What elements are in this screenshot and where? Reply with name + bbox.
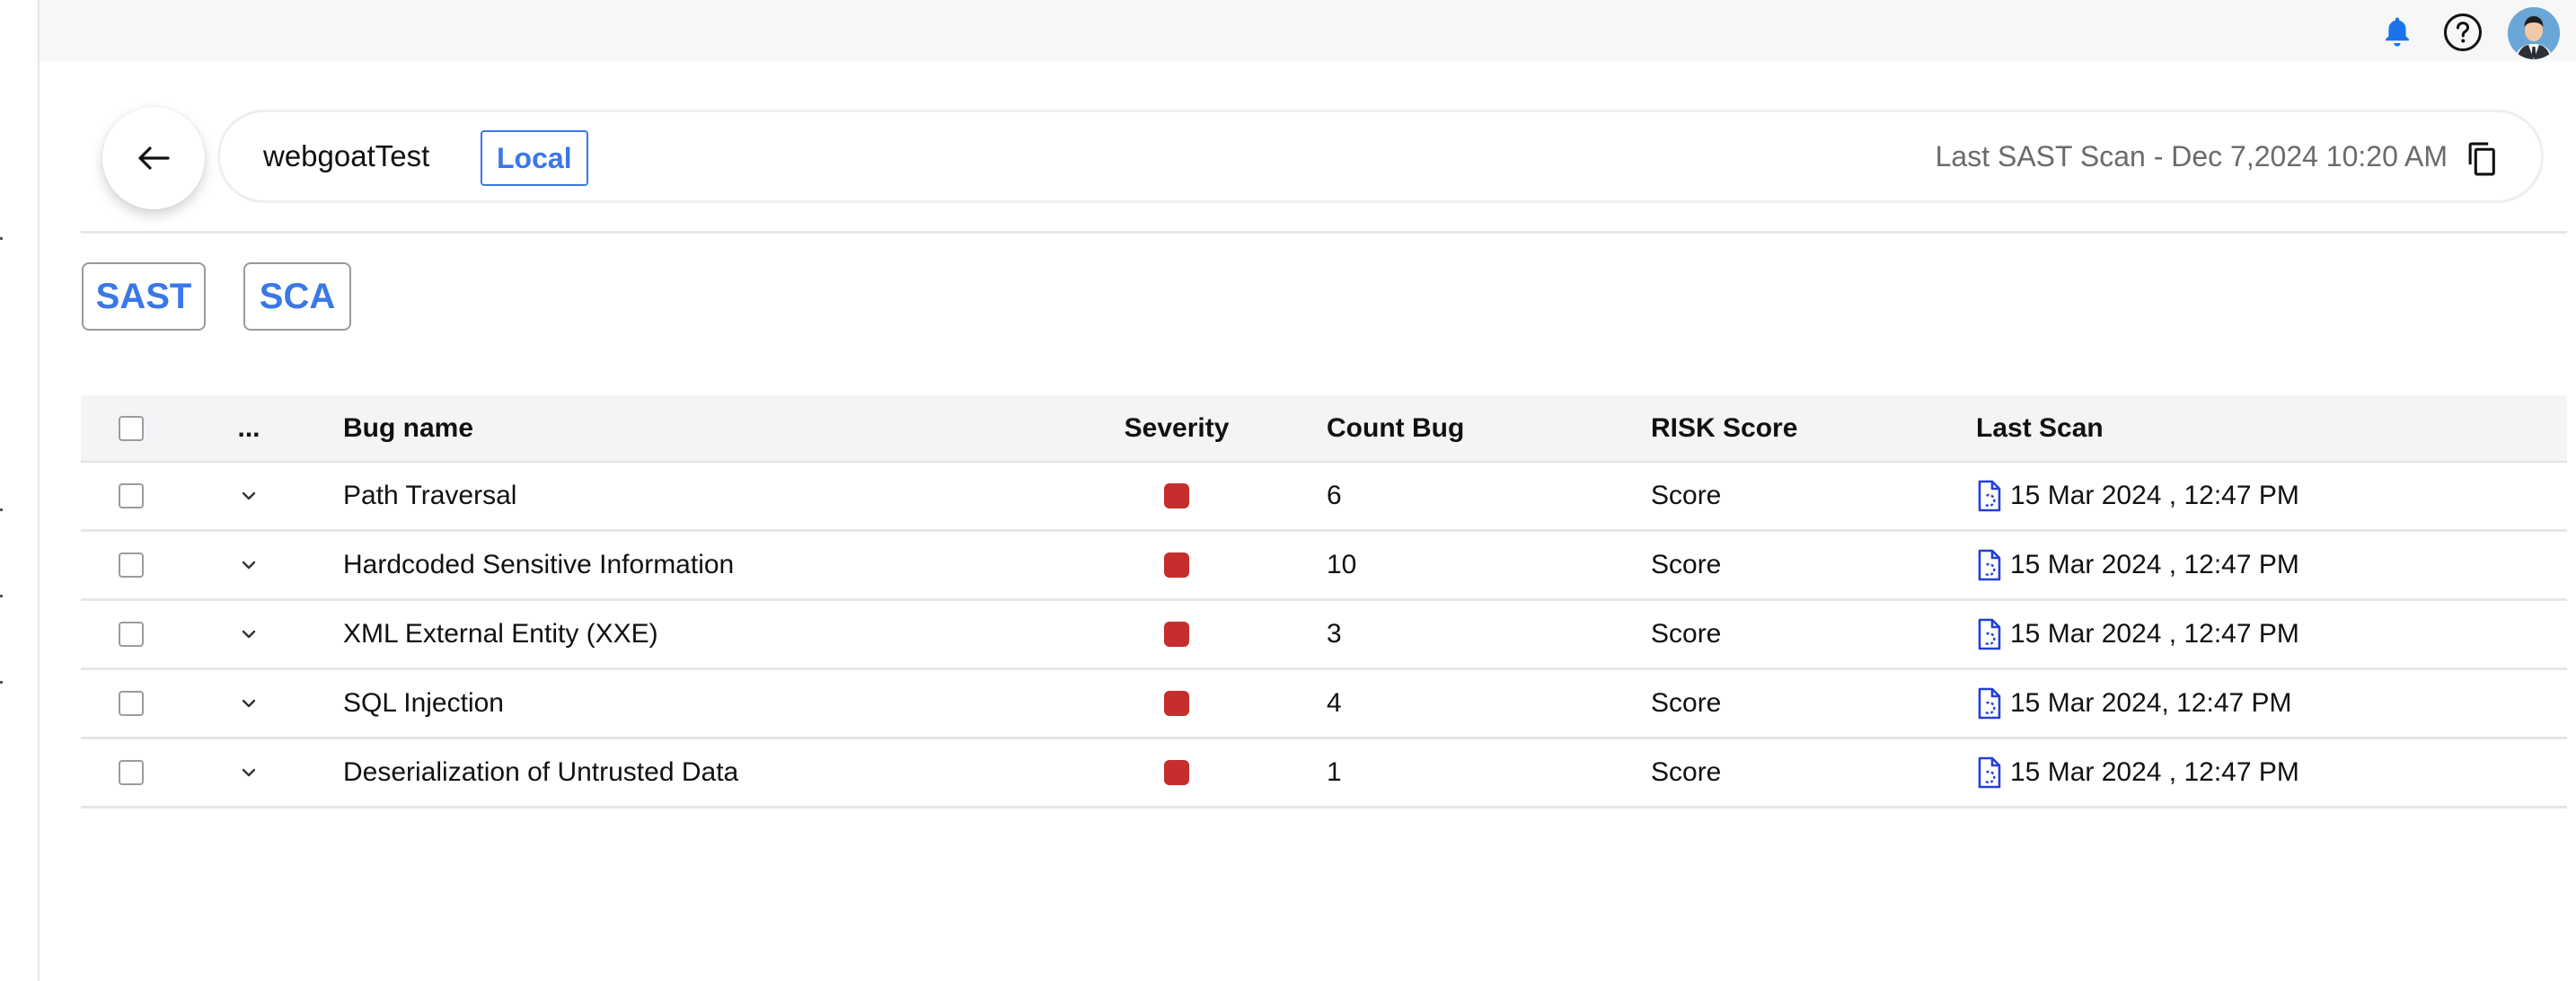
file-icon[interactable] <box>1976 756 2003 789</box>
last-scan-date: 15 Mar 2024, 12:47 PM <box>2010 688 2292 718</box>
risk-score: Score <box>1651 550 1722 579</box>
row-checkbox[interactable] <box>119 622 144 647</box>
bugs-table: ... Bug name Severity Count Bug RISK Sco… <box>81 395 2567 809</box>
last-scan-date: 15 Mar 2024 , 12:47 PM <box>2010 481 2299 510</box>
severity-cell <box>1114 739 1239 806</box>
risk-score: Score <box>1651 688 1722 718</box>
severity-indicator <box>1164 552 1189 578</box>
severity-cell <box>1114 601 1239 667</box>
bug-name: SQL Injection <box>343 688 504 718</box>
bug-count: 10 <box>1327 550 1357 579</box>
environment-badge: Local <box>481 130 588 186</box>
row-expand[interactable] <box>235 463 262 529</box>
back-arrow-icon <box>138 146 170 170</box>
last-scan-info: Last SAST Scan - Dec 7,2024 10:20 AM <box>1935 140 2448 172</box>
header-bug-name[interactable]: Bug name <box>343 395 473 461</box>
last-scan-cell: 15 Mar 2024, 12:47 PM <box>1976 670 2292 737</box>
header-checkbox-cell <box>119 395 144 461</box>
row-checkbox[interactable] <box>119 691 144 716</box>
bug-name: Path Traversal <box>343 481 517 510</box>
row-checkbox-cell <box>119 463 144 529</box>
table-row[interactable]: Hardcoded Sensitive Information 10 Score… <box>81 532 2567 601</box>
file-icon[interactable] <box>1976 480 2003 512</box>
table-row[interactable]: XML External Entity (XXE) 3 Score 15 Mar… <box>81 601 2567 670</box>
back-button[interactable] <box>102 107 205 209</box>
risk-score: Score <box>1651 481 1722 510</box>
risk-score: Score <box>1651 757 1722 787</box>
severity-cell <box>1114 463 1239 529</box>
header-risk-score[interactable]: RISK Score <box>1651 395 1797 461</box>
file-icon[interactable] <box>1976 618 2003 650</box>
table-row[interactable]: Deserialization of Untrusted Data 1 Scor… <box>81 739 2567 809</box>
row-checkbox-cell <box>119 670 144 737</box>
bug-name: XML External Entity (XXE) <box>343 619 658 649</box>
bug-name: Hardcoded Sensitive Information <box>343 550 735 579</box>
row-checkbox-cell <box>119 532 144 598</box>
table-row[interactable]: Path Traversal 6 Score 15 Mar 2024 , 12:… <box>81 463 2567 532</box>
bell-icon[interactable] <box>2381 14 2413 50</box>
last-scan-cell: 15 Mar 2024 , 12:47 PM <box>1976 601 2299 667</box>
bug-count: 6 <box>1327 481 1342 510</box>
chevron-down-icon[interactable] <box>241 560 257 570</box>
select-all-checkbox[interactable] <box>119 415 144 441</box>
last-scan-cell: 15 Mar 2024 , 12:47 PM <box>1976 739 2299 806</box>
bug-count: 4 <box>1327 688 1342 718</box>
tab-sca[interactable]: SCA <box>243 262 351 331</box>
table-row[interactable]: SQL Injection 4 Score 15 Mar 2024, 12:47… <box>81 670 2567 739</box>
app-root: webgoatTest Local Last SAST Scan - Dec 7… <box>0 0 2576 981</box>
divider <box>81 231 2567 234</box>
severity-indicator <box>1164 691 1189 716</box>
severity-indicator <box>1164 622 1189 647</box>
help-icon[interactable] <box>2443 13 2483 52</box>
severity-indicator <box>1164 760 1189 785</box>
row-expand[interactable] <box>235 601 262 667</box>
chevron-down-icon[interactable] <box>241 698 257 709</box>
rail-marker <box>0 681 3 684</box>
row-checkbox-cell <box>119 601 144 667</box>
project-header: webgoatTest Local Last SAST Scan - Dec 7… <box>217 110 2544 203</box>
copy-icon[interactable] <box>2466 141 2500 177</box>
last-scan-date: 15 Mar 2024 , 12:47 PM <box>2010 619 2299 649</box>
file-icon[interactable] <box>1976 549 2003 581</box>
row-expand[interactable] <box>235 739 262 806</box>
severity-cell <box>1114 670 1239 737</box>
bug-count: 3 <box>1327 619 1342 649</box>
chevron-down-icon[interactable] <box>241 629 257 640</box>
header-count-bug[interactable]: Count Bug <box>1327 395 1464 461</box>
rail-marker <box>0 237 3 240</box>
chevron-down-icon[interactable] <box>241 767 257 778</box>
last-scan-date: 15 Mar 2024 , 12:47 PM <box>2010 757 2299 787</box>
header-severity[interactable]: Severity <box>1114 395 1239 461</box>
row-checkbox-cell <box>119 739 144 806</box>
header-more[interactable]: ... <box>235 395 262 461</box>
project-name: webgoatTest <box>263 139 430 172</box>
row-expand[interactable] <box>235 532 262 598</box>
row-expand[interactable] <box>235 670 262 737</box>
rail-marker <box>0 508 3 511</box>
rail-marker <box>0 595 3 597</box>
risk-score: Score <box>1651 619 1722 649</box>
file-icon[interactable] <box>1976 687 2003 720</box>
row-checkbox[interactable] <box>119 760 144 785</box>
bug-count: 1 <box>1327 757 1342 787</box>
row-checkbox[interactable] <box>119 483 144 508</box>
tab-sast[interactable]: SAST <box>82 262 206 331</box>
last-scan-date: 15 Mar 2024 , 12:47 PM <box>2010 550 2299 579</box>
severity-indicator <box>1164 483 1189 508</box>
last-scan-cell: 15 Mar 2024 , 12:47 PM <box>1976 463 2299 529</box>
chevron-down-icon[interactable] <box>241 490 257 501</box>
bug-name: Deserialization of Untrusted Data <box>343 757 739 787</box>
top-bar <box>40 0 2576 61</box>
header-last-scan[interactable]: Last Scan <box>1976 395 2104 461</box>
table-header: ... Bug name Severity Count Bug RISK Sco… <box>81 395 2567 463</box>
last-scan-cell: 15 Mar 2024 , 12:47 PM <box>1976 532 2299 598</box>
avatar[interactable] <box>2508 7 2560 59</box>
severity-cell <box>1114 532 1239 598</box>
left-rail <box>0 0 40 981</box>
row-checkbox[interactable] <box>119 552 144 578</box>
